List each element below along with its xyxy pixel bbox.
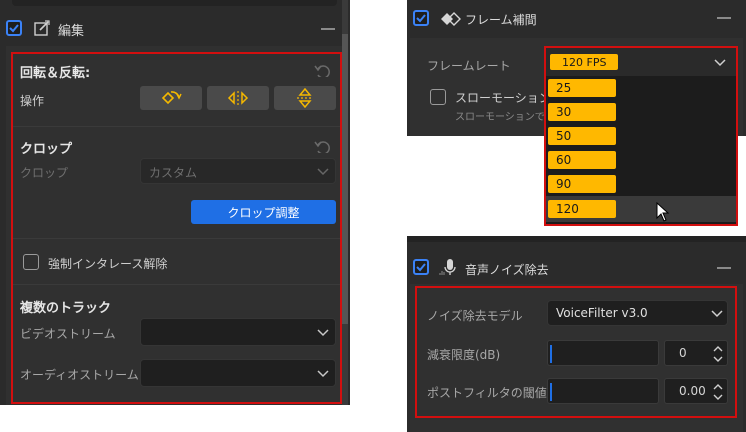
attenuation-value: 0 <box>679 346 687 360</box>
chevron-down-icon <box>317 329 329 337</box>
slow-motion-checkbox[interactable] <box>430 89 446 105</box>
deinterlace-checkbox[interactable] <box>23 254 39 270</box>
slow-motion-sublabel: スローモーションで <box>455 112 545 123</box>
mouse-cursor-icon <box>656 201 670 222</box>
scrollbar-thumb[interactable] <box>342 34 348 324</box>
frame-rate-value: 120 FPS <box>550 54 618 70</box>
divider <box>13 238 340 239</box>
frame-panel-title: フレーム補間 <box>465 13 537 27</box>
crop-adjust-label: クロップ調整 <box>227 205 300 220</box>
option-label: 25 <box>548 79 616 97</box>
dropdown-option[interactable]: 25 <box>546 76 736 100</box>
noise-enable-checkbox[interactable] <box>413 259 429 275</box>
stepper-arrows-icon[interactable] <box>713 383 723 401</box>
slider-handle[interactable] <box>550 383 552 401</box>
postfilter-slider[interactable] <box>547 378 659 404</box>
crop-reset-icon[interactable] <box>314 138 332 155</box>
audio-stream-label: オーディオストリーム <box>20 368 139 382</box>
frame-rate-label: フレームレート <box>427 59 511 73</box>
rotate-section-title: 回転＆反転: <box>20 66 91 81</box>
stepper-arrows-icon[interactable] <box>713 345 723 363</box>
dropdown-option[interactable]: 90 <box>546 172 736 196</box>
dropdown-option-hovered[interactable]: 120 <box>546 196 736 222</box>
edit-icon <box>34 20 50 36</box>
edit-panel: 編集 回転＆反転: 操作 クロップ クロップ カスタム クロップ調整 強制インタ… <box>0 0 350 405</box>
attenuation-slider[interactable] <box>547 340 659 366</box>
chevron-down-icon <box>714 59 726 67</box>
noise-model-value: VoiceFilter v3.0 <box>556 306 648 320</box>
frame-interpolation-icon <box>439 11 461 26</box>
video-stream-label: ビデオストリーム <box>20 327 116 341</box>
chevron-down-icon <box>711 310 723 318</box>
crop-select-value: カスタム <box>149 166 198 180</box>
flip-horizontal-icon <box>227 91 249 105</box>
microphone-icon <box>439 257 459 277</box>
option-label: 30 <box>548 103 616 121</box>
attenuation-stepper[interactable]: 0 <box>664 340 728 366</box>
rotate-icon <box>161 91 182 105</box>
check-icon <box>416 14 426 23</box>
frame-collapse-icon[interactable] <box>717 17 731 19</box>
operation-label: 操作 <box>20 94 45 108</box>
edit-enable-checkbox[interactable] <box>6 20 22 36</box>
top-strip-inner <box>12 0 337 6</box>
attenuation-label: 減衰限度(dB) <box>427 348 501 362</box>
postfilter-value: 0.00 <box>679 384 706 398</box>
rotate-reset-icon[interactable] <box>314 62 332 79</box>
chevron-down-icon <box>317 168 329 176</box>
dropdown-option[interactable]: 50 <box>546 124 736 148</box>
dropdown-option[interactable]: 30 <box>546 100 736 124</box>
check-icon <box>416 263 426 272</box>
edit-panel-title: 編集 <box>58 24 85 39</box>
crop-label: クロップ <box>20 166 69 180</box>
option-label: 50 <box>548 127 616 145</box>
option-label: 60 <box>548 151 616 169</box>
noise-panel-title: 音声ノイズ除去 <box>465 263 549 277</box>
audio-stream-select[interactable] <box>140 359 336 387</box>
frame-rate-dropdown: 25 30 50 60 90 120 <box>546 76 736 224</box>
noise-collapse-icon[interactable] <box>717 267 731 269</box>
noise-model-select[interactable]: VoiceFilter v3.0 <box>547 300 728 326</box>
deinterlace-label: 強制インタレース解除 <box>48 257 168 271</box>
slow-motion-label: スローモーション <box>455 91 551 105</box>
postfilter-label: ポストフィルタの閾値 <box>427 386 547 400</box>
frame-enable-checkbox[interactable] <box>413 10 429 26</box>
dropdown-option[interactable]: 60 <box>546 148 736 172</box>
edit-collapse-icon[interactable] <box>321 28 335 30</box>
noise-model-label: ノイズ除去モデル <box>427 309 523 323</box>
slider-handle[interactable] <box>550 345 552 363</box>
crop-select[interactable]: カスタム <box>140 158 336 184</box>
check-icon <box>9 24 19 33</box>
noise-top-strip <box>407 236 746 242</box>
rotate-button[interactable] <box>140 86 202 110</box>
flip-vertical-button[interactable] <box>274 86 336 110</box>
tracks-section-title: 複数のトラック <box>20 301 112 316</box>
flip-vertical-icon <box>297 88 313 108</box>
frame-rate-select[interactable]: 120 FPS <box>546 48 736 76</box>
divider <box>13 126 340 127</box>
crop-section-title: クロップ <box>20 142 73 157</box>
option-label: 90 <box>548 175 616 193</box>
chevron-down-icon <box>317 370 329 378</box>
divider <box>13 284 340 285</box>
crop-adjust-button[interactable]: クロップ調整 <box>191 200 336 224</box>
option-label: 120 <box>548 200 616 218</box>
postfilter-stepper[interactable]: 0.00 <box>664 378 728 404</box>
flip-horizontal-button[interactable] <box>207 86 269 110</box>
video-stream-select[interactable] <box>140 318 336 346</box>
